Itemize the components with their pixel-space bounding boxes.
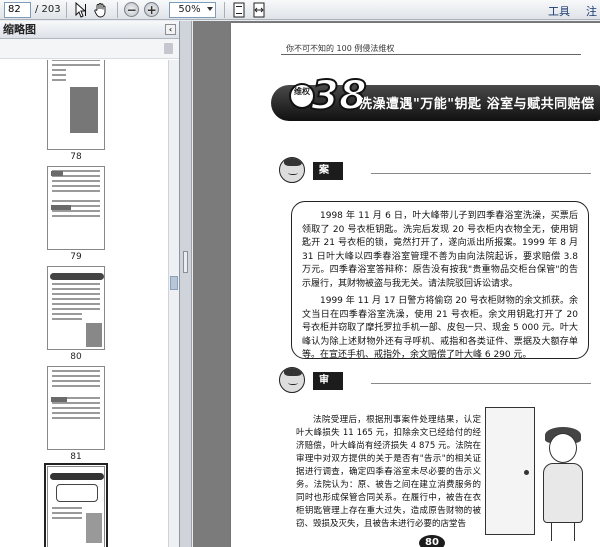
hand-icon — [94, 2, 106, 17]
header-rule — [281, 54, 581, 55]
person-head — [549, 433, 577, 463]
page-total-label: / 203 — [35, 4, 61, 15]
section-label: 审判 — [313, 372, 343, 404]
thumbnail-panel-header: 缩略图 ‹ — [0, 21, 179, 39]
thumbnail-page-current[interactable] — [44, 463, 108, 547]
fit-page-icon — [233, 2, 245, 17]
thumbnail-page[interactable] — [47, 166, 105, 250]
zoom-select[interactable]: 50% — [168, 1, 216, 18]
case-paragraph: 1999 年 11 月 17 日警方将偷窃 20 号衣柜财物的余文抓获。余文当日… — [302, 296, 578, 360]
case-paragraph: 1998 年 11 月 6 日，叶大峰带儿子到四季春浴室洗澡，买票后领取了 20… — [302, 211, 578, 289]
lawyer-face-icon — [279, 157, 305, 183]
page-number: 80 — [419, 535, 445, 547]
thumbnail-page[interactable] — [47, 60, 105, 150]
page-number-input[interactable] — [4, 1, 31, 18]
fit-width-button[interactable] — [250, 1, 268, 19]
toolbar-divider — [223, 1, 225, 18]
collapse-panel-button[interactable]: ‹ — [165, 24, 176, 35]
person-legs — [551, 523, 575, 541]
scrollbar-thumb[interactable] — [170, 276, 178, 290]
trash-icon[interactable] — [164, 43, 173, 54]
thumbnail-label: 79 — [70, 252, 82, 262]
section-label: 案情 — [313, 162, 343, 194]
fit-page-button[interactable] — [230, 1, 248, 19]
toolbar-divider — [116, 1, 118, 18]
thumbnail-label: 78 — [70, 152, 82, 162]
case-title: 洗澡遭遇"万能"钥匙 浴室与赋共同赔偿 — [359, 97, 595, 112]
thumbnail-page[interactable] — [47, 266, 105, 350]
panel-splitter[interactable] — [180, 21, 192, 547]
running-head: 你不可不知的 100 例侵法维权 — [286, 44, 395, 53]
cursor-arrow-icon — [75, 1, 86, 18]
case-box: 1998 年 11 月 6 日，叶大峰带儿子到四季春浴室洗澡，买票后领取了 20… — [291, 201, 589, 360]
document-page: 你不可不知的 100 例侵法维权 维权 38 洗澡遭遇"万能"钥匙 浴室与赋共同… — [231, 23, 600, 547]
locker-door-icon — [485, 407, 535, 535]
thumbnail-panel: 缩略图 ‹ 78 79 80 81 — [0, 21, 180, 547]
judgment-paragraph: 法院受理后，根据刑事案件处理结果，认定叶大峰损失 11 165 元，扣除余文已经… — [296, 415, 481, 529]
bathhouse-illustration — [481, 403, 596, 543]
thumbnail-panel-title: 缩略图 — [3, 23, 36, 36]
splitter-grip[interactable] — [183, 251, 188, 273]
judgment-section-header: 审判 — [279, 367, 343, 404]
judgment-text: 法院受理后，根据刑事案件处理结果，认定叶大峰损失 11 165 元，扣除余文已经… — [296, 414, 481, 535]
document-viewport[interactable]: 你不可不知的 100 例侵法维权 维权 38 洗澡遭遇"万能"钥匙 浴室与赋共同… — [193, 21, 600, 547]
thumbnail-label: 81 — [70, 452, 82, 462]
toolbar: / 203 − + 50% 工具 注释 — [0, 0, 600, 34]
zoom-value: 50% — [178, 3, 201, 15]
thumbnail-scrollbar[interactable] — [168, 60, 179, 547]
section-divider — [371, 383, 591, 384]
chevron-down-icon — [206, 6, 213, 11]
toolbar-divider — [65, 1, 67, 18]
person-body — [543, 463, 583, 523]
thumbnail-page[interactable] — [47, 366, 105, 450]
section-divider — [371, 173, 591, 174]
plus-icon: + — [144, 2, 160, 17]
thumbnail-list: 78 79 80 81 82 — [0, 60, 168, 547]
minus-icon: − — [124, 2, 140, 17]
tools-menu[interactable]: 工具 — [548, 3, 570, 19]
zoom-out-button[interactable]: − — [123, 1, 141, 19]
fit-width-icon — [253, 2, 265, 17]
hand-tool-button[interactable] — [92, 1, 110, 19]
select-tool-button[interactable] — [72, 1, 90, 19]
thumbnail-label: 80 — [70, 352, 82, 362]
case-section-header: 案情 — [279, 157, 343, 194]
zoom-in-button[interactable]: + — [143, 1, 161, 19]
judge-face-icon — [279, 367, 305, 393]
thumbnail-options-bar — [0, 39, 179, 59]
